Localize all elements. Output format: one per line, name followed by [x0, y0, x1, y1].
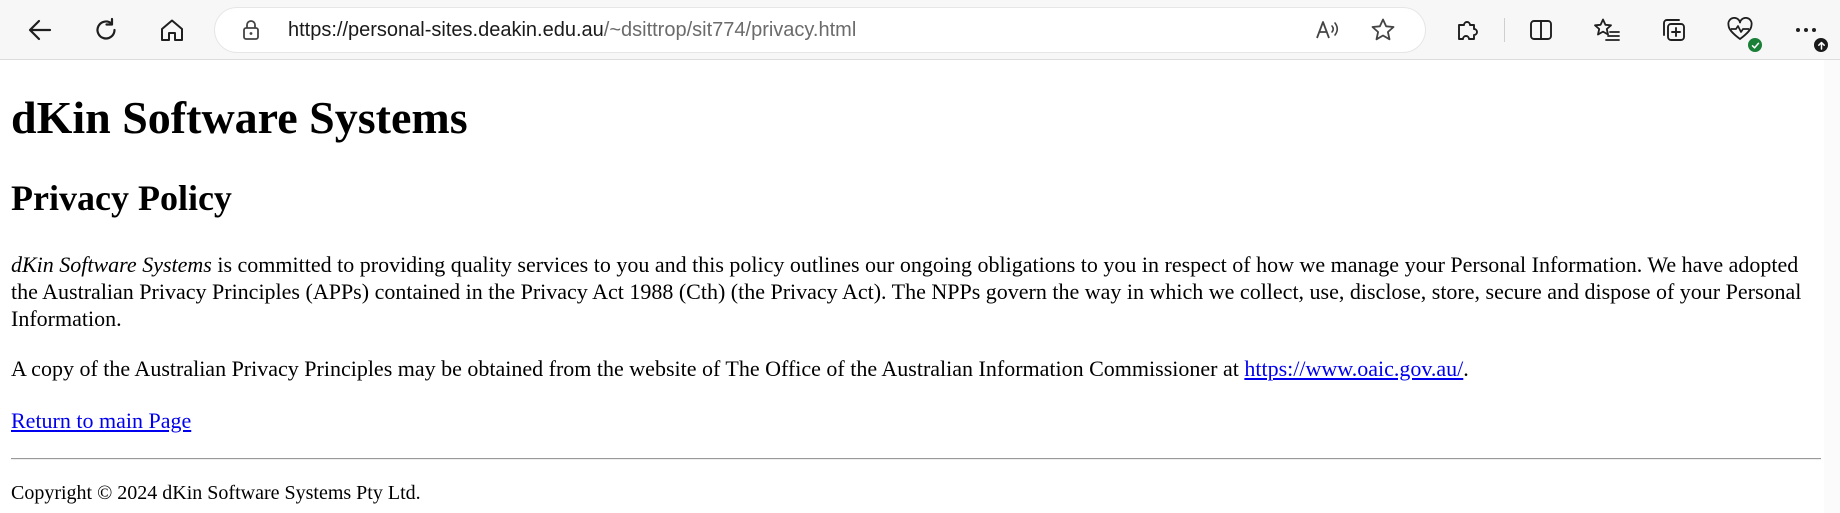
page-scrollbar[interactable]: [1824, 60, 1840, 513]
collections-button[interactable]: [1654, 10, 1694, 50]
update-badge: [1813, 37, 1829, 53]
oaic-link[interactable]: https://www.oaic.gov.au/: [1244, 356, 1463, 381]
app-copy-end: .: [1463, 356, 1469, 381]
add-favorite-button[interactable]: [1367, 14, 1399, 46]
browser-essentials-button[interactable]: [1720, 10, 1763, 53]
copyright-footer: Copyright © 2024 dKin Software Systems P…: [11, 482, 421, 504]
read-aloud-button[interactable]: [1312, 14, 1344, 46]
intro-paragraph: dKin Software Systems is committed to pr…: [11, 251, 1811, 332]
app-copy-text: A copy of the Australian Privacy Princip…: [11, 356, 1245, 381]
divider: [11, 458, 1821, 460]
check-icon: [1751, 42, 1759, 49]
back-arrow-icon: [28, 19, 52, 41]
return-paragraph: Return to main Page: [11, 407, 1811, 434]
favorites-list-icon: [1594, 18, 1620, 41]
home-icon: [161, 19, 183, 41]
url-path: /~dsittrop/sit774/privacy.html: [603, 19, 857, 41]
refresh-icon: [96, 17, 116, 40]
address-bar[interactable]: https://personal-sites.deakin.edu.au/~ds…: [215, 8, 1425, 52]
return-main-link[interactable]: Return to main Page: [11, 408, 191, 433]
site-title: dKin Software Systems: [11, 92, 468, 143]
arrow-up-icon: [1817, 41, 1825, 50]
browser-toolbar: https://personal-sites.deakin.edu.au/~ds…: [0, 0, 1840, 60]
page-content: dKin Software Systems Privacy Policy dKi…: [0, 60, 1824, 513]
intro-text: is committed to providing quality servic…: [11, 252, 1802, 331]
company-name: dKin Software Systems: [11, 252, 212, 277]
back-button[interactable]: [20, 10, 60, 50]
url-text[interactable]: https://personal-sites.deakin.edu.au/~ds…: [288, 17, 856, 43]
url-host: https://personal-sites.deakin.edu.au: [288, 19, 604, 41]
more-options-button[interactable]: [1786, 10, 1829, 53]
page-title: Privacy Policy: [11, 178, 232, 218]
status-ok-badge: [1747, 37, 1763, 53]
lock-icon: [243, 20, 259, 40]
split-screen-button[interactable]: [1521, 10, 1561, 50]
read-aloud-icon: [1316, 21, 1339, 39]
toolbar-separator: [1504, 18, 1505, 42]
star-icon: [1371, 18, 1395, 41]
extensions-button[interactable]: [1448, 10, 1488, 50]
favorites-button[interactable]: [1587, 10, 1627, 50]
puzzle-icon: [1458, 21, 1478, 40]
split-screen-icon: [1530, 20, 1552, 40]
app-copy-paragraph: A copy of the Australian Privacy Princip…: [11, 355, 1811, 382]
home-button[interactable]: [152, 10, 192, 50]
site-info-button[interactable]: [240, 19, 262, 41]
refresh-button[interactable]: [86, 10, 126, 50]
collections-icon: [1663, 19, 1685, 41]
